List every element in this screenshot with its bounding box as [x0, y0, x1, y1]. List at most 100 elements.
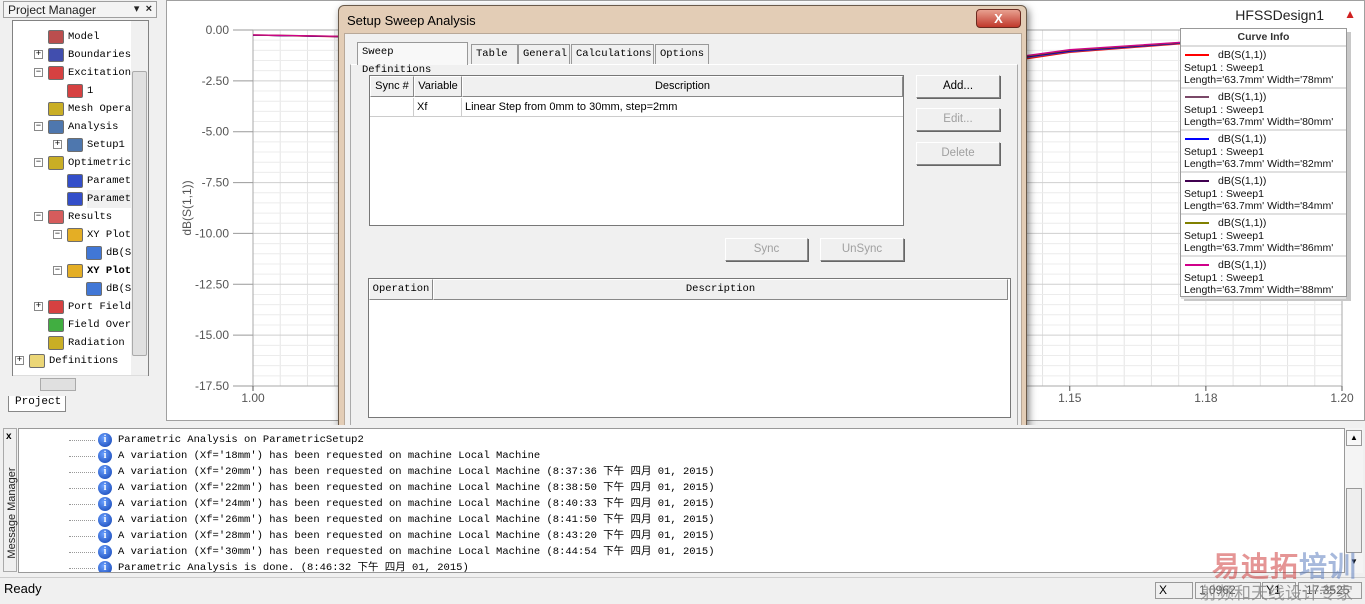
y-tick-label: -10.00	[195, 226, 229, 240]
tree-item[interactable]: + Definitions	[15, 352, 148, 370]
message-text: Parametric Analysis is done. (8:46:32 下午…	[118, 562, 469, 573]
dialog-title: Setup Sweep Analysis	[347, 13, 476, 28]
legend-params: Length='63.7mm' Width='86mm'	[1184, 242, 1334, 254]
tab-project[interactable]: Project	[8, 396, 66, 412]
mesh-icon	[48, 102, 64, 116]
x-tick-label: 1.15	[1058, 391, 1082, 405]
collapse-icon[interactable]: −	[34, 212, 43, 221]
delete-button[interactable]: Delete	[916, 142, 1000, 165]
setup-icon	[67, 138, 83, 152]
legend-entry[interactable]: dB(S(1,1)) Setup1 : Sweep1 Length='63.7mm'…	[1181, 215, 1346, 257]
message-manager-sidebar: x Message Manager	[3, 428, 18, 572]
tree-connector	[69, 472, 95, 473]
tab-table[interactable]: Table	[471, 44, 518, 64]
setup-sweep-analysis-dialog: Setup Sweep Analysis X Sweep Definitions…	[338, 5, 1027, 462]
sweep-definitions-table[interactable]: Sync # Variable Description Xf Linear St…	[369, 75, 904, 226]
legend-swatch	[1185, 138, 1209, 140]
watermark-brand: 易迪拓	[1212, 551, 1300, 582]
tree-connector	[69, 488, 95, 489]
tree-item-label: Definitions	[49, 355, 119, 367]
collapse-icon[interactable]: −	[34, 122, 43, 131]
legend-params: Length='63.7mm' Width='84mm'	[1184, 200, 1334, 212]
message-manager-label: Message Manager	[6, 467, 18, 559]
expand-icon[interactable]: +	[34, 302, 43, 311]
optimetrics-icon	[48, 156, 64, 170]
tree-connector	[69, 456, 95, 457]
legend-setup: Setup1 : Sweep1	[1184, 271, 1264, 284]
close-button[interactable]: X	[976, 9, 1021, 28]
tab-general[interactable]: General	[518, 44, 570, 64]
sync-button[interactable]: Sync	[725, 238, 808, 261]
close-icon[interactable]: x	[6, 431, 12, 442]
scroll-thumb[interactable]	[1346, 488, 1362, 553]
curve-info-legend[interactable]: Curve Info dB(S(1,1)) Setup1 : Sweep1 Leng…	[1180, 28, 1347, 299]
boundaries-icon	[48, 48, 64, 62]
cell-variable[interactable]: Xf	[414, 98, 462, 117]
x-tick-label: 1.20	[1330, 391, 1354, 405]
message-text: A variation (Xf='28mm') has been request…	[118, 530, 715, 542]
tree-item-label: Radiation	[68, 337, 125, 349]
add-button[interactable]: Add...	[916, 75, 1000, 98]
collapse-icon[interactable]: −	[34, 68, 43, 77]
x-label: X	[1155, 582, 1193, 599]
tree-connector	[69, 504, 95, 505]
ansys-logo-icon: ▲	[1344, 7, 1356, 21]
y-axis-label: dB(S(1,1))	[180, 180, 194, 235]
legend-setup: Setup1 : Sweep1	[1184, 103, 1264, 116]
column-header-variable[interactable]: Variable	[414, 76, 462, 97]
message-text: A variation (Xf='22mm') has been request…	[118, 482, 715, 494]
tree-vertical-scrollbar[interactable]	[131, 21, 148, 375]
trace-icon	[86, 246, 102, 260]
pin-icon[interactable]: ▾	[134, 3, 140, 15]
scroll-thumb[interactable]	[40, 378, 76, 391]
tree-item-label: 1	[87, 85, 94, 97]
collapse-icon[interactable]: −	[53, 266, 62, 275]
analysis-icon	[48, 120, 64, 134]
y-tick-label: -15.00	[195, 328, 229, 342]
legend-entry[interactable]: dB(S(1,1)) Setup1 : Sweep1 Length='63.7mm'…	[1181, 47, 1346, 89]
status-text: Ready	[4, 581, 42, 596]
cell-description[interactable]: Linear Step from 0mm to 30mm, step=2mm	[462, 98, 903, 117]
legend-entry[interactable]: dB(S(1,1)) Setup1 : Sweep1 Length='63.7mm'…	[1181, 131, 1346, 173]
results-icon	[48, 210, 64, 224]
watermark-brand: 培训	[1299, 551, 1358, 582]
expand-icon[interactable]: +	[53, 140, 62, 149]
scroll-up-arrow-icon[interactable]: ▲	[1346, 430, 1362, 446]
tab-options[interactable]: Options	[655, 44, 709, 64]
legend-swatch	[1185, 222, 1209, 224]
tree-item-label: Optimetrics	[68, 157, 138, 169]
y-tick-label: -17.50	[195, 379, 229, 393]
cell-sync[interactable]	[370, 98, 414, 117]
design-name: HFSSDesign1	[1235, 7, 1324, 23]
info-icon: i	[98, 481, 112, 495]
radiation-icon	[48, 336, 64, 350]
tree-connector	[69, 568, 95, 569]
project-tree: Model+Boundaries−Excitations1Mesh Operat…	[12, 20, 149, 376]
tab-sweep-definitions[interactable]: Sweep Definitions	[357, 42, 468, 76]
message-text: A variation (Xf='26mm') has been request…	[118, 514, 715, 526]
legend-entry[interactable]: dB(S(1,1)) Setup1 : Sweep1 Length='63.7mm'…	[1181, 173, 1346, 215]
legend-entry[interactable]: dB(S(1,1)) Setup1 : Sweep1 Length='63.7mm'…	[1181, 257, 1346, 299]
tree-item-label: Model	[68, 31, 100, 43]
column-header-sync[interactable]: Sync #	[370, 76, 414, 97]
edit-button[interactable]: Edit...	[916, 108, 1000, 131]
tab-calculations[interactable]: Calculations	[571, 44, 654, 64]
legend-entry[interactable]: dB(S(1,1)) Setup1 : Sweep1 Length='63.7mm'…	[1181, 89, 1346, 131]
unsync-button[interactable]: UnSync	[820, 238, 904, 261]
tree-connector	[69, 536, 95, 537]
message-text: A variation (Xf='18mm') has been request…	[118, 450, 541, 462]
column-header-operation[interactable]: Operation	[369, 279, 433, 300]
scroll-thumb[interactable]	[132, 71, 147, 356]
column-header-description[interactable]: Description	[462, 76, 903, 97]
column-header-description[interactable]: Description	[433, 279, 1008, 300]
tree-connector	[69, 520, 95, 521]
expand-icon[interactable]: +	[34, 50, 43, 59]
collapse-icon[interactable]: −	[34, 158, 43, 167]
info-icon: i	[98, 545, 112, 559]
legend-swatch	[1185, 96, 1209, 98]
expand-icon[interactable]: +	[15, 356, 24, 365]
operations-table[interactable]: Operation Description	[368, 278, 1011, 418]
collapse-icon[interactable]: −	[53, 230, 62, 239]
tree-horizontal-scrollbar[interactable]	[13, 375, 148, 392]
close-icon[interactable]: ×	[146, 3, 152, 15]
